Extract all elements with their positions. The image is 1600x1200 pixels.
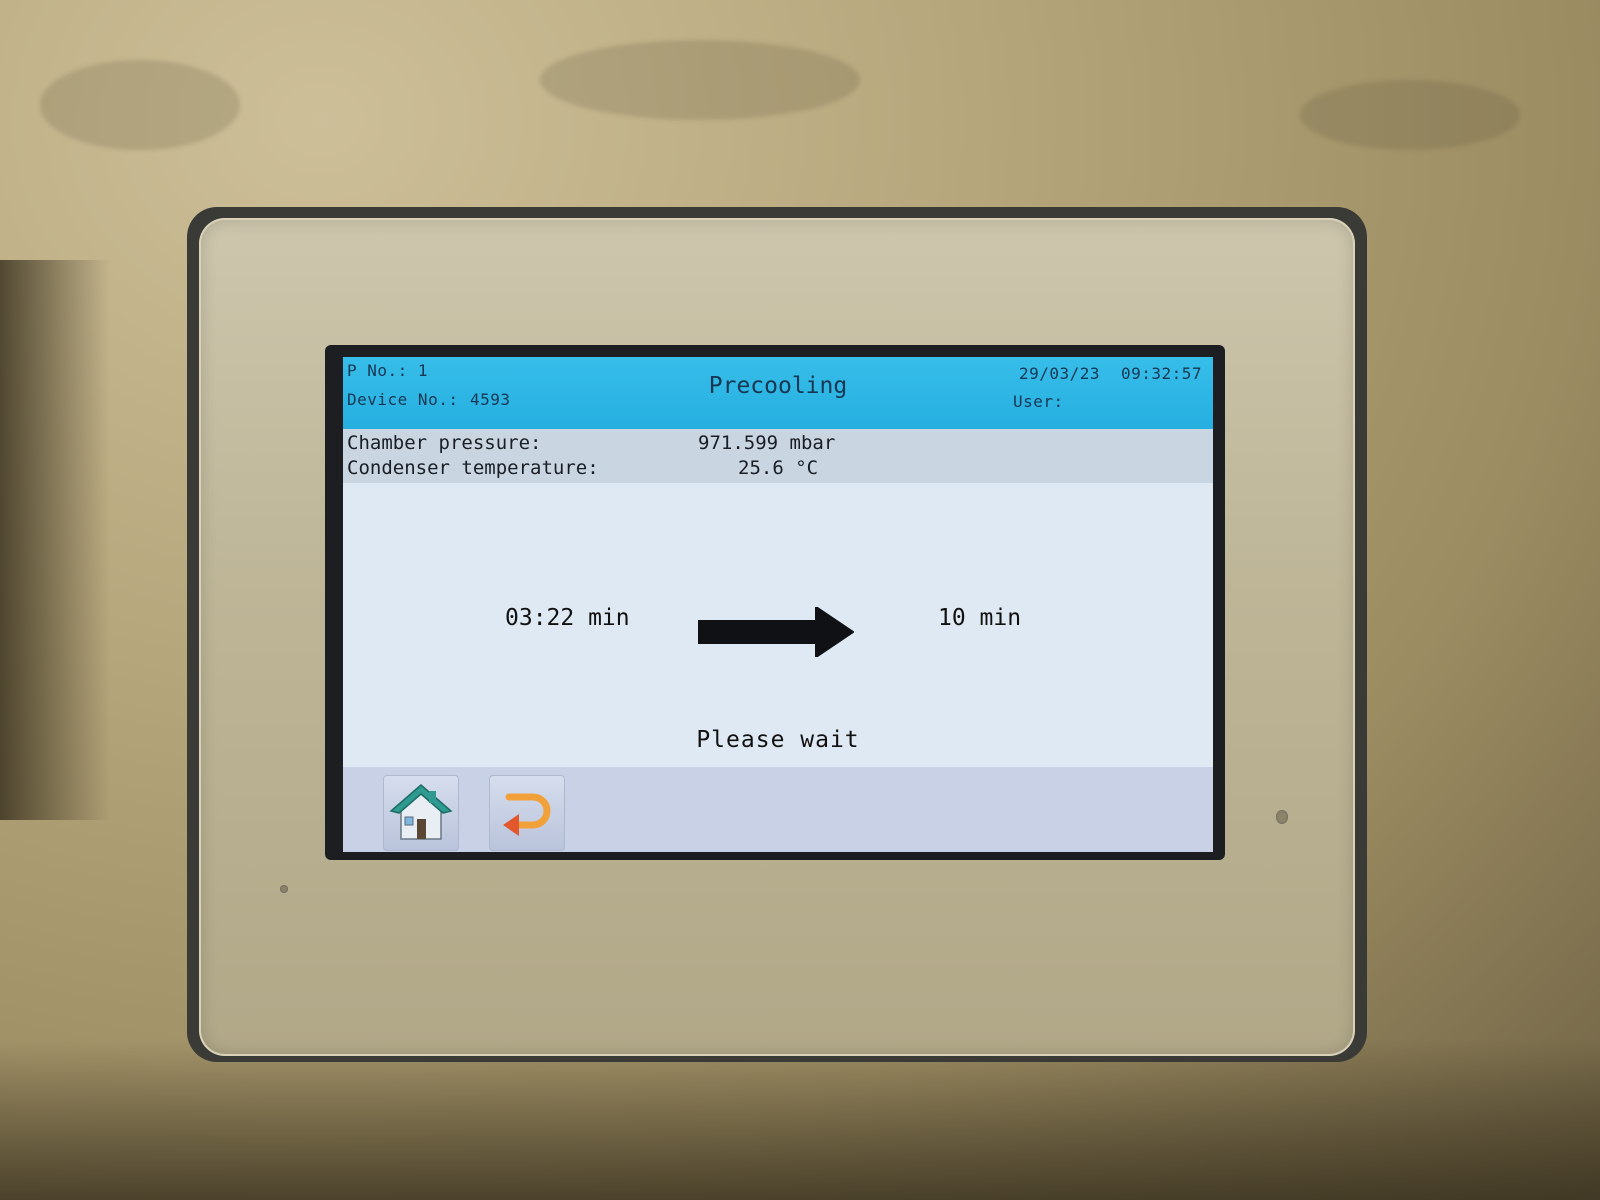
panel-stain <box>540 40 860 120</box>
elapsed-time: 03:22 min <box>505 605 630 631</box>
date: 29/03/23 <box>1019 364 1101 383</box>
panel-shadow <box>0 1040 1600 1200</box>
panel-stain <box>1300 80 1520 150</box>
panel-shadow <box>0 260 110 820</box>
condenser-temperature-value: 25.6 °C <box>738 457 819 479</box>
home-button[interactable] <box>383 775 459 851</box>
bezel-screw <box>1276 810 1288 824</box>
toolbar <box>343 767 1213 852</box>
hmi-screen: P No.: 1 Device No.: 4593 Precooling 29/… <box>343 357 1213 852</box>
user-label: User: <box>1013 392 1064 411</box>
return-arrow-icon <box>503 793 551 836</box>
home-icon <box>389 784 453 840</box>
bezel-screw <box>280 885 288 893</box>
right-arrow-icon <box>698 607 854 657</box>
time: 09:32:57 <box>1121 364 1203 383</box>
chamber-pressure-value: 971.599 mbar <box>698 432 836 454</box>
readings-panel: Chamber pressure: 971.599 mbar Condenser… <box>343 429 1213 483</box>
back-button[interactable] <box>489 775 565 851</box>
chamber-pressure-label: Chamber pressure: <box>347 432 542 454</box>
target-time: 10 min <box>938 605 1022 631</box>
condenser-temperature-label: Condenser temperature: <box>347 457 599 479</box>
status-message: Please wait <box>696 727 860 753</box>
header-bar: P No.: 1 Device No.: 4593 Precooling 29/… <box>343 357 1213 429</box>
panel-stain <box>40 60 240 150</box>
